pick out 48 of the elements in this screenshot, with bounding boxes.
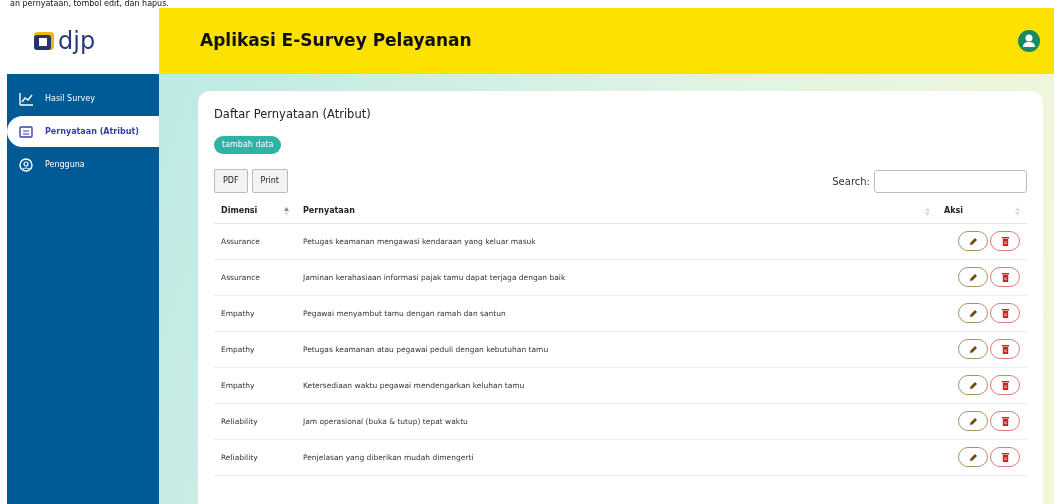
trash-icon [1001, 452, 1009, 462]
trash-icon [1001, 344, 1009, 354]
delete-button[interactable] [990, 375, 1020, 396]
pencil-icon [968, 416, 978, 426]
trash-icon [1001, 272, 1009, 282]
pencil-icon [968, 380, 978, 390]
sidebar-item[interactable]: Pengguna [7, 149, 159, 180]
edit-button[interactable] [958, 375, 988, 396]
edit-button[interactable] [958, 411, 988, 432]
delete-button[interactable] [990, 447, 1020, 468]
edit-button[interactable] [958, 231, 988, 252]
trash-icon [1001, 308, 1009, 318]
chart-icon [19, 91, 33, 106]
sort-icon[interactable] [284, 206, 289, 216]
delete-button[interactable] [990, 411, 1020, 432]
list-icon [19, 124, 33, 139]
caption-text: an pernyataan, tombol edit, dan hapus. [9, 0, 170, 8]
app-title: Aplikasi E-Survey Pelayanan [200, 29, 472, 53]
trash-icon [1001, 380, 1009, 390]
pencil-icon [968, 236, 978, 246]
trash-icon [1001, 416, 1009, 426]
sidebar-item[interactable]: Hasil Survey [7, 83, 159, 114]
user-icon [19, 157, 33, 172]
card-title: Daftar Pernyataan (Atribut) [214, 106, 372, 123]
delete-button[interactable] [990, 303, 1020, 324]
pencil-icon [968, 272, 978, 282]
edit-button[interactable] [958, 303, 988, 324]
column-header[interactable]: Pernyataan [296, 199, 937, 224]
trash-icon [1001, 236, 1009, 246]
edit-button[interactable] [958, 447, 988, 468]
search-label: Search: [832, 174, 870, 189]
search-field[interactable] [874, 169, 1027, 193]
pencil-icon [968, 308, 978, 318]
export-button[interactable]: Print [251, 169, 288, 194]
edit-button[interactable] [958, 339, 988, 360]
delete-button[interactable] [990, 267, 1020, 288]
logo: djp [34, 29, 96, 53]
pencil-icon [968, 344, 978, 354]
sidebar-item[interactable]: Pernyataan (Atribut) [7, 116, 159, 147]
delete-button[interactable] [990, 339, 1020, 360]
delete-button[interactable] [990, 231, 1020, 252]
column-header[interactable]: Dimensi [214, 199, 296, 224]
logo-icon [34, 32, 54, 50]
user-avatar-icon[interactable] [1018, 30, 1040, 52]
export-button[interactable]: PDF [214, 169, 248, 194]
pencil-icon [968, 452, 978, 462]
column-header[interactable]: Aksi [937, 199, 1027, 224]
edit-button[interactable] [958, 267, 988, 288]
